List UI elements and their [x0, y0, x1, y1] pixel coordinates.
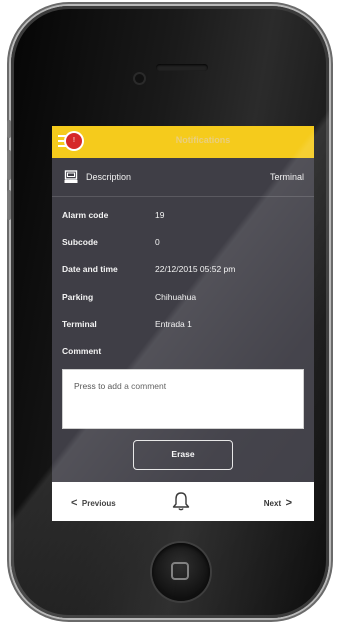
- next-label: Next: [263, 499, 282, 508]
- description-bar: Description Terminal: [52, 162, 314, 192]
- home-square-icon: [171, 562, 189, 580]
- top-bar: ! Notifications: [52, 126, 314, 158]
- detail-value: Entrada 1: [155, 319, 192, 329]
- front-camera: [135, 74, 144, 83]
- home-button[interactable]: [152, 543, 210, 601]
- terminal-label: Terminal: [269, 172, 304, 182]
- detail-key: Alarm code: [62, 210, 109, 220]
- divider: [52, 196, 314, 197]
- detail-row-parking: Parking Chihuahua: [52, 292, 314, 310]
- volume-down-button: [7, 190, 11, 220]
- phone-frame: ! Notifications Description Terminal Ala…: [11, 6, 329, 618]
- detail-row-date-time: Date and time 22/12/2015 05:52 pm: [52, 264, 314, 282]
- previous-label: Previous: [81, 499, 116, 508]
- detail-value: 22/12/2015 05:52 pm: [155, 264, 236, 274]
- comment-placeholder: Press to add a comment: [74, 381, 167, 391]
- detail-key: Date and time: [62, 264, 118, 274]
- previous-button[interactable]: < Previous: [71, 497, 116, 509]
- detail-key: Parking: [62, 292, 94, 302]
- bottom-navigation: < Previous Next >: [52, 482, 314, 521]
- comment-input[interactable]: Press to add a comment: [62, 369, 304, 429]
- detail-row-terminal: Terminal Entrada 1: [52, 319, 314, 337]
- detail-key: Subcode: [62, 237, 98, 247]
- erase-button[interactable]: Erase: [133, 440, 233, 470]
- next-button[interactable]: Next >: [264, 497, 292, 509]
- notification-badge: !: [66, 133, 82, 149]
- detail-row-alarm-code: Alarm code 19: [52, 210, 314, 228]
- description-label: Description: [86, 172, 132, 182]
- detail-row-subcode: Subcode 0: [52, 237, 314, 255]
- page-title: Notifications: [175, 135, 231, 145]
- mute-switch: [7, 120, 11, 138]
- chevron-left-icon: <: [71, 497, 78, 509]
- detail-key: Comment: [62, 346, 102, 356]
- volume-up-button: [7, 150, 11, 180]
- detail-value: 19: [155, 210, 165, 220]
- detail-key: Terminal: [62, 319, 97, 329]
- detail-row-comment: Comment: [52, 346, 314, 364]
- earpiece-speaker: [156, 64, 208, 71]
- bell-icon[interactable]: [170, 490, 192, 512]
- detail-value: 0: [155, 237, 160, 247]
- detail-value: Chihuahua: [155, 292, 197, 302]
- chevron-right-icon: >: [285, 497, 292, 509]
- terminal-icon: [64, 170, 78, 183]
- app-screen: ! Notifications Description Terminal Ala…: [52, 126, 314, 521]
